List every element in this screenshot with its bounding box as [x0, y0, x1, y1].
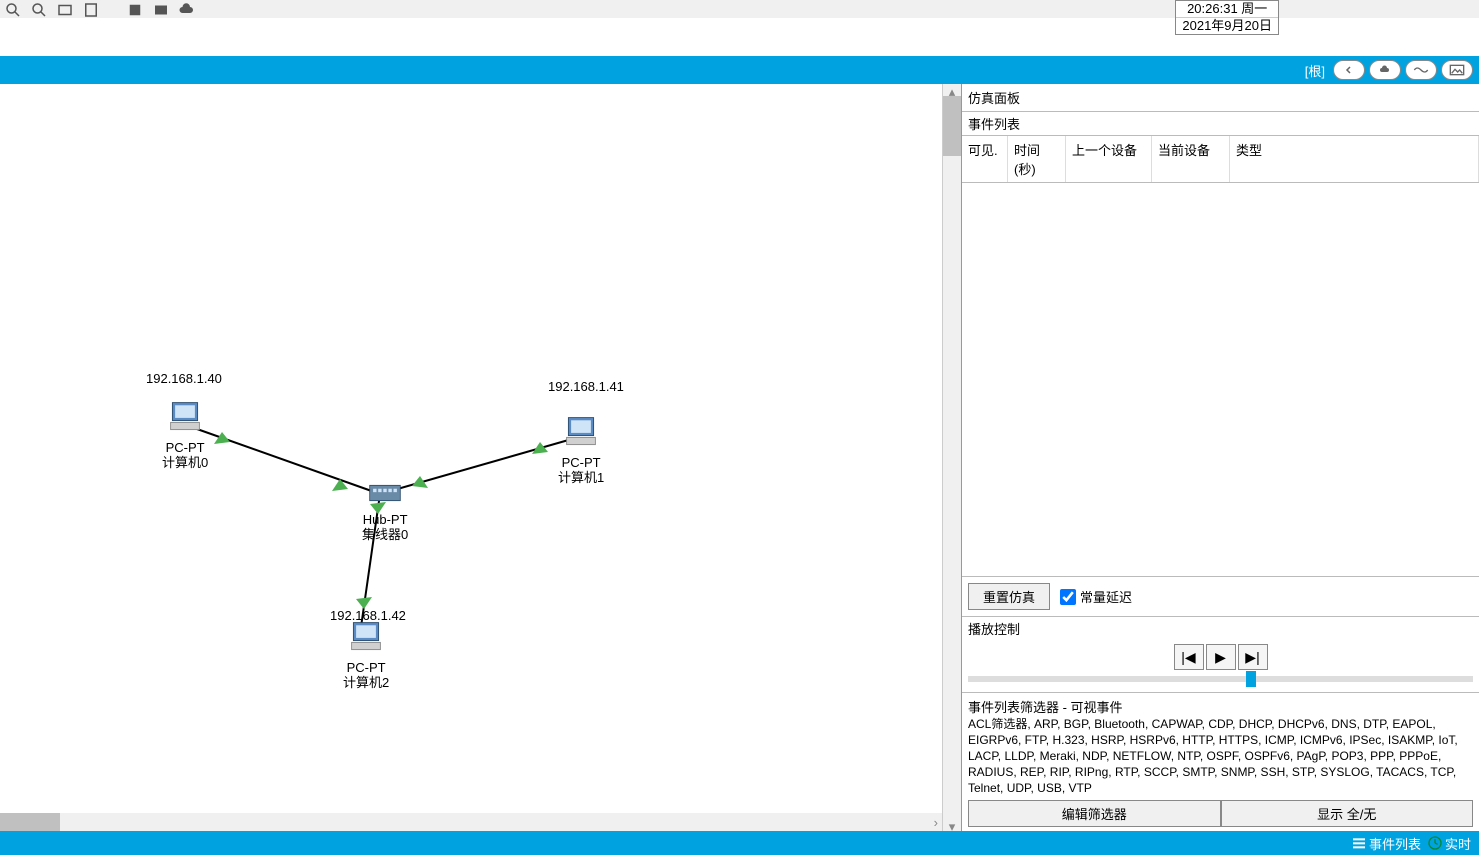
protocol-list: ACL筛选器, ARP, BGP, Bluetooth, CAPWAP, CDP… [968, 716, 1473, 796]
panel-title: 仿真面板 [962, 84, 1479, 112]
time-text: 20:26:31 周一 [1176, 1, 1278, 18]
pc1-name: 计算机1 [558, 470, 604, 485]
topology-canvas[interactable]: 192.168.1.40 192.168.1.41 192.168.1.42 P… [0, 84, 942, 831]
col-curr-device[interactable]: 当前设备 [1152, 136, 1230, 182]
show-all-none-button[interactable]: 显示 全/无 [1221, 800, 1474, 827]
event-list-toggle[interactable]: 事件列表 [1351, 834, 1421, 853]
playback-section: 播放控制 |◀ ▶ ▶| [962, 617, 1479, 693]
step-back-button[interactable]: |◀ [1174, 644, 1204, 670]
main-area: 192.168.1.40 192.168.1.41 192.168.1.42 P… [0, 84, 1479, 831]
filter-title: 事件列表筛选器 - 可视事件 [968, 697, 1473, 716]
pc2-type: PC-PT [347, 660, 386, 675]
realtime-label: 实时 [1445, 834, 1471, 853]
root-label: [根] [1305, 61, 1325, 80]
cloud-add-button[interactable] [1369, 60, 1401, 80]
date-text: 2021年9月20日 [1176, 18, 1278, 34]
col-prev-device[interactable]: 上一个设备 [1066, 136, 1152, 182]
edit-filter-button[interactable]: 编辑筛选器 [968, 800, 1221, 827]
clock-icon [1427, 835, 1443, 851]
pc0-name: 计算机0 [162, 455, 208, 470]
context-bar: [根] [0, 56, 1479, 84]
event-table-header: 可见. 时间(秒) 上一个设备 当前设备 类型 [962, 136, 1479, 183]
speed-slider[interactable] [968, 676, 1473, 682]
col-type[interactable]: 类型 [1230, 136, 1479, 182]
image-button[interactable] [1441, 60, 1473, 80]
play-button[interactable]: ▶ [1206, 644, 1236, 670]
device-hub[interactable]: Hub-PT集线器0 [362, 479, 408, 542]
reset-sim-button[interactable]: 重置仿真 [968, 583, 1050, 610]
filter-section: 事件列表筛选器 - 可视事件 ACL筛选器, ARP, BGP, Bluetoo… [962, 693, 1479, 831]
event-list-label: 事件列表 [1369, 834, 1421, 853]
playback-title: 播放控制 [968, 619, 1473, 638]
vertical-scrollbar[interactable]: ▴ ▾ [943, 84, 961, 831]
status-bar: 事件列表 实时 [0, 831, 1479, 855]
ip-label-pc1: 192.168.1.41 [548, 379, 624, 394]
window-icon[interactable] [56, 1, 74, 17]
cloud-icon[interactable] [178, 1, 196, 17]
list-icon[interactable] [126, 1, 144, 17]
col-time[interactable]: 时间(秒) [1008, 136, 1066, 182]
device-pc0[interactable]: PC-PT计算机0 [162, 399, 208, 470]
step-forward-button[interactable]: ▶| [1238, 644, 1268, 670]
device-pc2[interactable]: PC-PT计算机2 [343, 619, 389, 690]
wave-button[interactable] [1405, 60, 1437, 80]
canvas-wrap: 192.168.1.40 192.168.1.41 192.168.1.42 P… [0, 84, 943, 831]
datetime-display: 20:26:31 周一 2021年9月20日 [1175, 0, 1279, 35]
form-icon[interactable] [152, 1, 170, 17]
top-toolbar: 20:26:31 周一 2021年9月20日 [0, 0, 1479, 18]
simulation-panel: 仿真面板 事件列表 可见. 时间(秒) 上一个设备 当前设备 类型 重置仿真 常… [961, 84, 1479, 831]
const-delay-input[interactable] [1060, 589, 1076, 605]
realtime-toggle[interactable]: 实时 [1427, 834, 1471, 853]
event-table-body [962, 183, 1479, 576]
pc0-type: PC-PT [166, 440, 205, 455]
back-button[interactable] [1333, 60, 1365, 80]
sim-controls: 重置仿真 常量延迟 [962, 576, 1479, 617]
pc2-name: 计算机2 [343, 675, 389, 690]
hub-type: Hub-PT [363, 512, 408, 527]
const-delay-label: 常量延迟 [1080, 587, 1132, 606]
device-pc1[interactable]: PC-PT计算机1 [558, 414, 604, 485]
list-icon [1351, 835, 1367, 851]
horizontal-scrollbar[interactable]: › [0, 813, 942, 831]
pc1-type: PC-PT [562, 455, 601, 470]
const-delay-checkbox[interactable]: 常量延迟 [1060, 587, 1132, 606]
ip-label-pc0: 192.168.1.40 [146, 371, 222, 386]
col-visible[interactable]: 可见. [962, 136, 1008, 182]
note-icon[interactable] [82, 1, 100, 17]
zoom-out-icon[interactable] [30, 1, 48, 17]
zoom-in-icon[interactable] [4, 1, 22, 17]
hub-name: 集线器0 [362, 527, 408, 542]
event-list-title: 事件列表 [962, 112, 1479, 136]
